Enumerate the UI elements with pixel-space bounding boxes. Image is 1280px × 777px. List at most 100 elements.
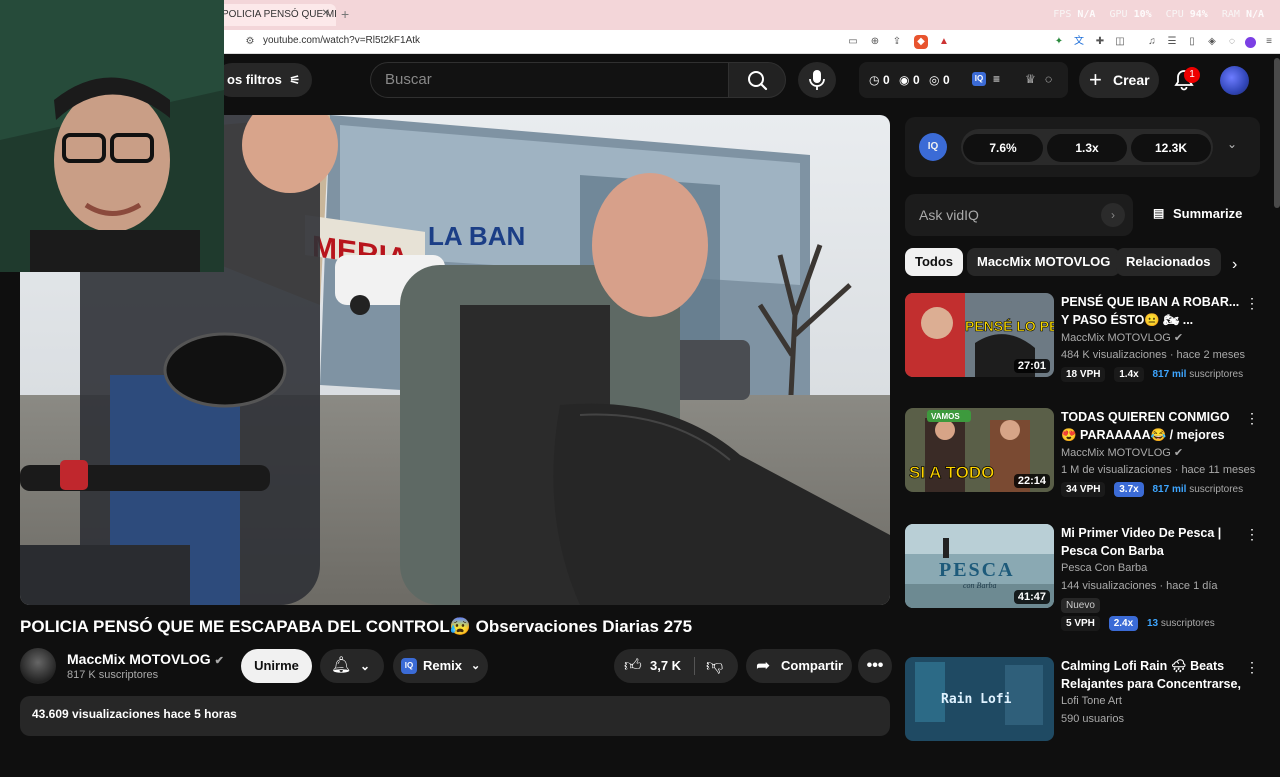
ask-vidiq-input[interactable]: Ask vidIQ [905, 194, 1133, 236]
channel-name[interactable]: MaccMix MOTOVLOG ✔ [67, 651, 224, 667]
search-button[interactable] [728, 62, 786, 98]
rewards-icon[interactable]: ▲ [937, 35, 951, 49]
vpn-icon[interactable]: ◌ [1225, 35, 1239, 49]
recommendation-item[interactable]: Rain Lofi Calming Lofi Rain 🌧 Beats Rela… [905, 657, 1259, 777]
join-button[interactable]: Unirme [241, 649, 312, 683]
rec-title[interactable]: PENSÉ QUE IBAN A ROBAR... Y PASO ÉSTO😐 🏍… [1061, 293, 1245, 329]
rec-channel[interactable]: MaccMix MOTOVLOG ✔ [1061, 446, 1183, 459]
like-dislike-group: 👍︎ 3,7 K 👎︎ [614, 649, 738, 683]
close-tab-icon[interactable]: ✕ [322, 8, 330, 19]
chips-next-icon[interactable]: › [1232, 256, 1237, 274]
webcam-overlay [0, 0, 224, 272]
more-options-icon[interactable]: ⋮ [1245, 410, 1259, 427]
recommendation-item[interactable]: VAMOS SI A TODO 22:14 TODAS QUIEREN CONM… [905, 408, 1259, 528]
summarize-label: Summarize [1173, 206, 1243, 221]
share-page-icon[interactable]: ⇪ [890, 35, 904, 49]
tab-title: POLICIA PENSÓ QUE ME ESCAPABA DEL CONTRO… [222, 9, 336, 20]
multiplier-badge: 2.4x [1108, 616, 1139, 631]
perf-ram-value: N/A [1245, 9, 1264, 20]
reading-list-icon[interactable]: ☰ [1165, 35, 1179, 49]
duration-badge: 22:14 [1013, 474, 1050, 488]
remix-label: Remix [423, 658, 463, 673]
voice-search-button[interactable] [798, 62, 836, 98]
channel-subscribers: 817 K suscriptores [67, 669, 159, 681]
perf-ram-label: RAM [1221, 9, 1240, 20]
sidebar-icon[interactable]: ▯ [1185, 35, 1199, 49]
page-scrollbar-thumb[interactable] [1274, 58, 1280, 208]
rec-title[interactable]: Mi Primer Video De Pesca | Pesca Con Bar… [1061, 524, 1245, 560]
create-button[interactable]: + Crear [1079, 62, 1159, 98]
video-title: POLICIA PENSÓ QUE ME ESCAPABA DEL CONTRO… [20, 617, 693, 636]
like-icon[interactable]: 👍︎ [624, 649, 642, 683]
zoom-icon[interactable]: ⊕ [868, 35, 882, 49]
search-input[interactable]: Buscar [370, 62, 728, 98]
summarize-button[interactable]: ▤ Summarize [1153, 206, 1242, 221]
list-icon[interactable]: ≡ [993, 72, 1000, 86]
chat-icon[interactable]: ◌ [1045, 72, 1052, 86]
ask-submit-icon[interactable]: › [1101, 203, 1125, 227]
browser-tab[interactable]: POLICIA PENSÓ QUE ME ESCAPABA DEL CONTRO… [212, 4, 336, 26]
subs-badge: 13 suscriptores [1147, 616, 1215, 631]
cast-icon[interactable]: ▭ [846, 35, 860, 49]
share-button[interactable]: ➦ Compartir [746, 649, 852, 683]
url-text[interactable]: youtube.com/watch?v=Rl5t2kF1Atk [263, 35, 420, 46]
rec-title[interactable]: TODAS QUIEREN CONMIGO😍 PARAAAAA😂 / mejor… [1061, 408, 1245, 444]
verified-icon: ✔ [214, 655, 224, 667]
trophy-icon[interactable]: ♕ [1025, 72, 1036, 86]
vidiq-logo-icon[interactable]: IQ [919, 133, 947, 161]
clock-icon: ◷ [869, 73, 880, 87]
extension-1-icon[interactable]: ✦ [1052, 35, 1066, 49]
notification-badge: 1 [1184, 67, 1200, 83]
video-thumbnail[interactable]: PENSÉ LO PEOR 27:01 [905, 293, 1054, 377]
dislike-icon[interactable]: 👎︎ [706, 649, 723, 683]
filters-button[interactable]: os filtros ⚟ [215, 63, 313, 97]
more-options-icon[interactable]: ⋮ [1245, 526, 1259, 543]
subs-count: 817 mil [1152, 369, 1187, 380]
search-icon [748, 71, 768, 91]
profile-icon[interactable] [1245, 37, 1256, 48]
translate-icon[interactable]: 文 [1072, 35, 1086, 49]
remix-button[interactable]: IQ Remix ⌄ [393, 649, 488, 683]
subscription-bell-button[interactable]: 🔔︎ ⌄ [320, 649, 384, 683]
vph-badge: 34 VPH [1061, 482, 1106, 497]
browser-menu-icon[interactable]: ≡ [1262, 35, 1276, 49]
recommendation-item[interactable]: PESCA con Barba 41:47 Mi Primer Video De… [905, 524, 1259, 644]
like-divider [694, 657, 695, 675]
brave-shield-icon[interactable]: ◆ [914, 35, 928, 49]
chip-todos[interactable]: Todos [905, 248, 964, 276]
duration-badge: 27:01 [1013, 359, 1050, 373]
more-actions-button[interactable]: ••• [858, 649, 892, 683]
rec-channel[interactable]: Pesca Con Barba [1061, 562, 1147, 574]
filters-label: os filtros [227, 72, 282, 87]
vidiq-logo-icon[interactable]: IQ [972, 72, 986, 86]
chevron-down-icon: ⌄ [360, 659, 371, 673]
rec-title[interactable]: Calming Lofi Rain 🌧 Beats Relajantes par… [1061, 657, 1245, 693]
screenshot-icon[interactable]: ◫ [1113, 35, 1127, 49]
rec-channel[interactable]: MaccMix MOTOVLOG ✔ [1061, 331, 1183, 344]
recommendation-item[interactable]: PENSÉ LO PEOR 27:01 PENSÉ QUE IBAN A ROB… [905, 293, 1259, 413]
more-options-icon[interactable]: ⋮ [1245, 295, 1259, 312]
video-thumbnail[interactable]: VAMOS SI A TODO 22:14 [905, 408, 1054, 492]
channel-avatar[interactable] [20, 648, 56, 684]
video-thumbnail[interactable]: PESCA con Barba 41:47 [905, 524, 1054, 608]
book-icon: ▤ [1153, 206, 1165, 220]
vidiq-expand-icon[interactable]: ⌄ [1227, 137, 1237, 151]
multiplier-badge: 1.4x [1114, 367, 1144, 382]
extensions-icon[interactable]: ✚ [1093, 35, 1107, 49]
new-tab-icon[interactable]: + [341, 6, 349, 22]
account-avatar[interactable] [1220, 66, 1249, 95]
media-icon[interactable]: ♫ [1145, 35, 1159, 49]
share-label: Compartir [781, 658, 844, 673]
views-and-date: 43.609 visualizaciones hace 5 horas [32, 707, 237, 721]
thumb-text: Rain Lofi [941, 692, 1012, 707]
chip-related[interactable]: Relacionados [1116, 248, 1221, 276]
like-count[interactable]: 3,7 K [650, 649, 681, 683]
video-thumbnail[interactable]: Rain Lofi [905, 657, 1054, 741]
thumb-badge-text: VAMOS [931, 412, 960, 421]
site-settings-icon[interactable]: ⚙ [243, 35, 257, 49]
stat-count-2: 0 [913, 73, 920, 87]
wallet-icon[interactable]: ◈ [1205, 35, 1219, 49]
rec-channel[interactable]: Lofi Tone Art [1061, 695, 1122, 707]
more-options-icon[interactable]: ⋮ [1245, 659, 1259, 676]
chip-channel[interactable]: MaccMix MOTOVLOG [967, 248, 1121, 276]
